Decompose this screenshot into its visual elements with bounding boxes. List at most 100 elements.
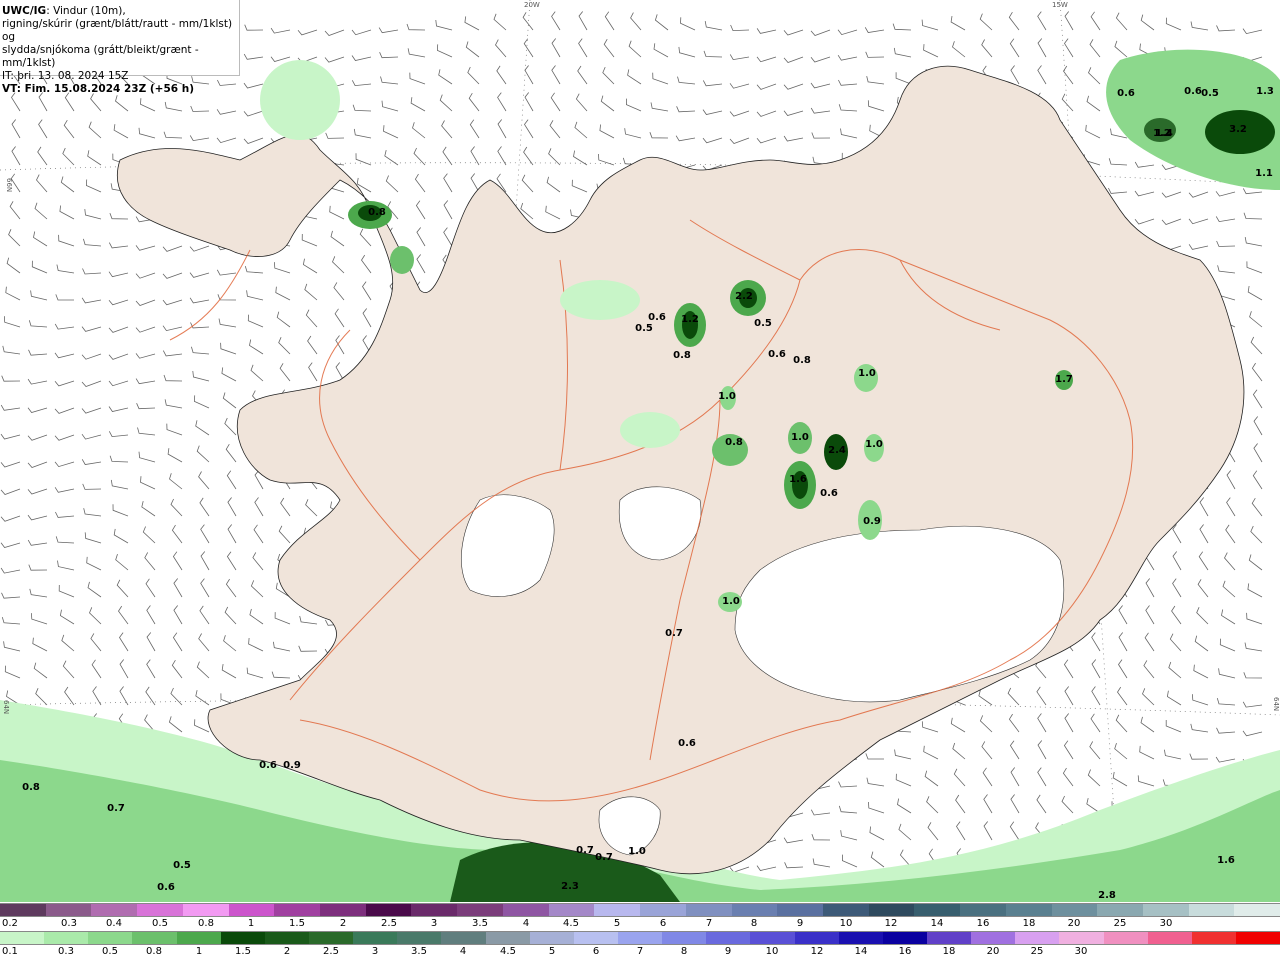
snow-legend-swatch [182,904,229,916]
precip-label: 0.7 [576,845,594,856]
rain-legend-label: 8 [680,946,688,957]
snow-legend-swatch [640,904,686,916]
snow-legend-label: 6 [659,918,667,929]
rain-legend-label: 20 [986,946,1000,957]
rain-legend-label: 4.5 [500,946,516,957]
precip-label: 3.2 [1229,124,1247,135]
rain-legend-swatch [750,932,795,944]
precip-label: 1.0 [858,368,876,379]
snow-legend-swatch [594,904,641,916]
init-time: IT: þri. 13. 08. 2024 15Z [2,70,129,82]
lat-label-64n-right: 64N [1272,697,1280,711]
snow-legend-label: 3 [430,918,438,929]
rain-legend-swatch [1191,932,1236,944]
snow-legend-label: 12 [884,918,898,929]
rain-legend-swatch [485,932,530,944]
rain-legend-label: 2.5 [323,946,339,957]
rain-legend-swatch [308,932,354,944]
snow-legend-swatch [1097,904,1143,916]
rain-legend-label: 1.5 [235,946,251,957]
snow-legend-label: 18 [1022,918,1036,929]
rain-legend-swatch [794,932,839,944]
rain-legend-swatch [662,932,707,944]
rain-legend-label: 0.1 [2,946,18,957]
rain-legend-label: 18 [942,946,956,957]
precip-label: 0.7 [595,852,613,863]
snow-legend-swatch [1188,904,1235,916]
precip-label: 1.1 [1255,168,1273,179]
valid-time: VT: Fim. 15.08.2024 23Z (+56 h) [2,83,195,95]
snow-legend-label: 0.8 [198,918,214,929]
rain-legend-swatch [220,932,265,944]
snow-legend-label: 2.5 [381,918,397,929]
precip-label: 2.4 [828,445,846,456]
snow-legend-label: 4 [522,918,530,929]
snow-color-bar [0,903,1280,917]
precip-label: 1.0 [791,432,809,443]
rain-legend-swatch [0,932,45,944]
snow-legend-label: 7 [705,918,713,929]
precip-label: 0.6 [259,760,277,771]
snow-legend-swatch [548,904,595,916]
precip-label: 0.9 [283,760,301,771]
weather-map: 0.6 0.6 0.51.21.4 3.21.11.30.80.60.51.20.82… [0,0,1280,902]
snow-legend-label: 25 [1113,918,1127,929]
precip-label: 0.8 [793,355,811,366]
rain-legend-label: 14 [854,946,868,957]
snow-legend-swatch [868,904,915,916]
rain-legend-swatch [264,932,309,944]
precip-label: 0.6 [1184,86,1202,97]
map-header: UWC/IG: Vindur (10m), rigning/skúrir (gr… [0,0,240,95]
header-line3: slydda/snjókoma (grátt/bleikt/grænt - mm… [2,44,199,69]
snow-legend-label: 9 [796,918,804,929]
snow-legend-swatch [1142,904,1189,916]
snow-legend-label: 1 [247,918,255,929]
precip-label: 1.6 [1217,855,1235,866]
snow-legend-label: 10 [839,918,853,929]
rain-legend-swatch [573,932,618,944]
precip-label: 1.6 [789,474,807,485]
rain-legend-swatch [838,932,883,944]
precip-label: 1.4 [1155,128,1173,139]
lat-label-66n: 66N [5,178,13,192]
precip-label: 0.8 [673,350,691,361]
rain-legend-label: 25 [1030,946,1044,957]
rain-legend-label: 0.3 [58,946,74,957]
precip-label: 0.6 [678,738,696,749]
lat-label-64n-left: 64N [2,700,10,714]
snow-legend-swatch [228,904,275,916]
snow-legend-swatch [0,904,46,916]
snow-legend-label: 0.3 [61,918,77,929]
rain-legend-label: 9 [724,946,732,957]
rain-legend-swatch [132,932,177,944]
snow-legend-swatch [1051,904,1098,916]
snow-legend-label: 0.4 [106,918,122,929]
precip-label: 0.8 [368,207,386,218]
precip-label: 0.8 [22,782,40,793]
snow-legend-label: 14 [930,918,944,929]
rain-legend-label: 2 [283,946,291,957]
precip-label: 0.5 [754,318,772,329]
precip-label: 0.6 [648,312,666,323]
precip-label: 1.0 [722,596,740,607]
precip-label: 2.8 [1098,890,1116,901]
snow-legend-swatch [822,904,869,916]
precip-label: 0.5 [1201,88,1219,99]
precip-label: 0.8 [725,437,743,448]
rain-legend-label: 16 [898,946,912,957]
snow-legend-label: 20 [1067,918,1081,929]
precip-label: 2.3 [561,881,579,892]
rain-legend-swatch [88,932,133,944]
rain-legend-swatch [617,932,663,944]
snow-legend-label: 0.2 [2,918,18,929]
rain-legend-swatch [1235,932,1280,944]
precip-label: 2.2 [735,291,753,302]
rain-legend-labels: 0.1 0.3 0.5 0.8 1 1.5 2 2.5 3 3.5 4 4.5 5 6 7 8 9 10 12 14 1… [0,946,1280,960]
snow-legend-swatch [685,904,732,916]
precip-label: 1.0 [865,439,883,450]
rain-color-bar [0,931,1280,945]
snow-legend-swatch [274,904,321,916]
precip-label: 1.2 [681,314,699,325]
snow-legend-swatch [1005,904,1052,916]
rain-legend-swatch [176,932,221,944]
